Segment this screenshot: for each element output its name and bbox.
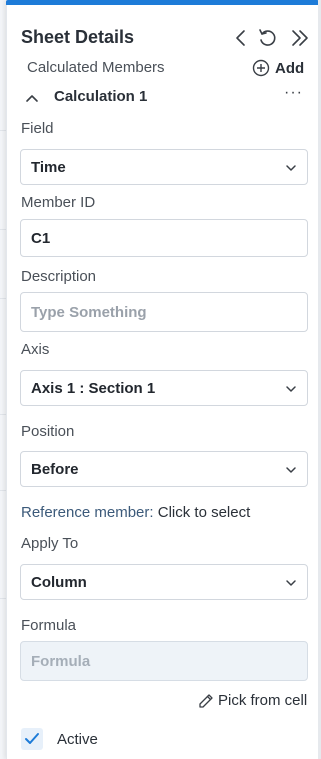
reference-member-select-link[interactable]: Click to select: [158, 504, 251, 521]
more-options-icon[interactable]: ···: [284, 84, 303, 102]
axis-label: Axis: [21, 341, 50, 358]
plus-circle-icon: [252, 59, 270, 77]
field-label: Field: [21, 120, 54, 137]
chevron-up-icon[interactable]: [24, 90, 40, 106]
field-select-value: Time: [31, 158, 66, 176]
active-label: Active: [57, 730, 98, 748]
pen-icon: [198, 693, 214, 709]
chevron-down-icon: [284, 576, 298, 590]
position-label: Position: [21, 423, 75, 440]
position-select-value: Before: [31, 460, 79, 478]
chevron-down-icon: [284, 161, 298, 175]
reference-member-label: Reference member:: [21, 504, 154, 521]
formula-input[interactable]: [31, 652, 291, 670]
description-label: Description: [21, 268, 97, 285]
axis-select[interactable]: Axis 1 : Section 1: [20, 370, 308, 406]
add-calculated-member-button[interactable]: Add: [252, 57, 304, 79]
apply-to-select-value: Column: [31, 573, 87, 591]
apply-to-label: Apply To: [21, 535, 79, 552]
active-checkbox-row[interactable]: Active: [21, 728, 98, 750]
checkmark-icon: [25, 733, 39, 744]
description-input[interactable]: [31, 303, 291, 321]
position-select[interactable]: Before: [20, 451, 308, 487]
chevron-down-icon: [284, 463, 298, 477]
chevron-left-icon[interactable]: [230, 27, 252, 49]
calculated-members-label: Calculated Members: [27, 59, 165, 76]
reference-member-row: Reference member: Click to select: [21, 504, 250, 521]
formula-input-wrapper: [20, 641, 308, 681]
add-button-label: Add: [275, 59, 305, 77]
active-checkbox[interactable]: [21, 728, 43, 750]
panel-title: Sheet Details: [21, 27, 135, 47]
field-select[interactable]: Time: [20, 149, 308, 185]
apply-to-select[interactable]: Column: [20, 564, 308, 600]
calculation-title: Calculation 1: [54, 88, 148, 105]
double-chevron-right-icon[interactable]: [289, 27, 311, 49]
undo-icon[interactable]: [256, 27, 278, 49]
pick-from-cell-button[interactable]: Pick from cell: [198, 692, 307, 709]
member-id-input[interactable]: [31, 229, 291, 247]
formula-label: Formula: [21, 617, 77, 634]
member-id-label: Member ID: [21, 194, 96, 211]
calculation-header[interactable]: Calculation 1 ···: [22, 84, 310, 110]
axis-select-value: Axis 1 : Section 1: [31, 379, 156, 397]
chevron-down-icon: [284, 382, 298, 396]
panel-accent-bar: [6, 0, 319, 5]
member-id-input-wrapper: [20, 219, 308, 257]
description-input-wrapper: [20, 292, 308, 332]
pick-from-cell-label: Pick from cell: [218, 692, 308, 709]
